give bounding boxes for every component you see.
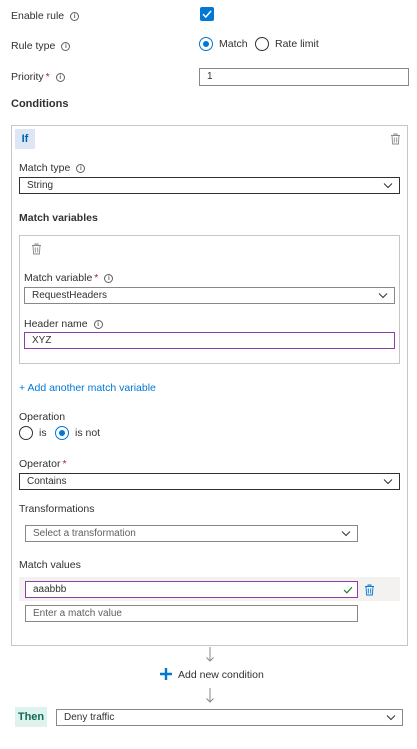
add-icon[interactable] bbox=[160, 668, 172, 680]
match-variable-label: Match variable * i bbox=[24, 272, 114, 284]
info-icon[interactable]: i bbox=[55, 73, 65, 82]
operation-is-radio[interactable] bbox=[19, 426, 33, 440]
info-icon[interactable]: i bbox=[104, 274, 114, 283]
then-tag: Then bbox=[15, 707, 47, 727]
info-icon[interactable]: i bbox=[93, 320, 103, 329]
rule-type-rate-limit-label[interactable]: Rate limit bbox=[275, 38, 319, 50]
arrow-down-icon bbox=[206, 647, 214, 662]
enable-rule-checkbox[interactable] bbox=[200, 7, 214, 21]
rule-type-match-radio[interactable] bbox=[199, 37, 213, 51]
conditions-title: Conditions bbox=[11, 98, 69, 110]
chevron-down-icon bbox=[383, 183, 393, 189]
operation-is-not-radio[interactable] bbox=[55, 426, 69, 440]
operator-dropdown[interactable]: Contains bbox=[19, 473, 400, 490]
required-marker: * bbox=[62, 458, 67, 470]
rule-type-label: Rule type i bbox=[11, 40, 71, 52]
operator-label: Operator * bbox=[19, 458, 67, 470]
priority-input[interactable]: 1 bbox=[199, 68, 409, 86]
rule-type-rate-limit-radio[interactable] bbox=[255, 37, 269, 51]
action-dropdown[interactable]: Deny traffic bbox=[56, 709, 403, 726]
match-variable-value: RequestHeaders bbox=[32, 290, 108, 301]
required-marker: * bbox=[45, 71, 50, 83]
operation-label: Operation bbox=[19, 411, 66, 423]
add-new-condition-button[interactable]: Add new condition bbox=[178, 669, 264, 681]
match-type-label: Match type i bbox=[19, 162, 86, 174]
header-name-text: Header name bbox=[24, 318, 88, 330]
delete-match-variable-icon[interactable] bbox=[31, 243, 42, 255]
match-type-dropdown[interactable]: String bbox=[19, 177, 400, 194]
add-match-variable-link[interactable]: + Add another match variable bbox=[19, 382, 156, 394]
header-name-input[interactable]: XYZ bbox=[24, 332, 395, 349]
match-variable-dropdown[interactable]: RequestHeaders bbox=[24, 287, 395, 304]
if-tag: If bbox=[15, 129, 35, 149]
match-value-input[interactable]: aaabbb bbox=[25, 581, 358, 598]
operator-text: Operator bbox=[19, 458, 61, 470]
info-icon[interactable]: i bbox=[61, 42, 71, 51]
delete-match-value-icon[interactable] bbox=[364, 584, 375, 596]
match-variables-title: Match variables bbox=[19, 212, 98, 224]
operation-is-label[interactable]: is bbox=[39, 427, 47, 439]
chevron-down-icon bbox=[383, 479, 393, 485]
enable-rule-text: Enable rule bbox=[11, 10, 65, 22]
transformations-placeholder: Select a transformation bbox=[33, 528, 136, 539]
operation-is-not-label[interactable]: is not bbox=[75, 427, 100, 439]
required-marker: * bbox=[94, 272, 99, 284]
match-variable-text: Match variable bbox=[24, 272, 93, 284]
delete-condition-icon[interactable] bbox=[390, 133, 401, 145]
operator-value: Contains bbox=[27, 476, 67, 487]
rule-type-text: Rule type bbox=[11, 40, 56, 52]
match-value-text: aaabbb bbox=[33, 584, 67, 595]
chevron-down-icon bbox=[378, 293, 388, 299]
match-value-placeholder: Enter a match value bbox=[33, 608, 122, 619]
info-icon[interactable]: i bbox=[76, 164, 86, 173]
transformations-label: Transformations bbox=[19, 503, 95, 515]
arrow-down-icon bbox=[206, 688, 214, 703]
priority-label: Priority * i bbox=[11, 71, 65, 83]
info-icon[interactable]: i bbox=[70, 12, 80, 21]
rule-type-match-label[interactable]: Match bbox=[219, 38, 248, 50]
match-type-text: Match type bbox=[19, 162, 71, 174]
match-value-new-input[interactable]: Enter a match value bbox=[25, 605, 358, 622]
checkmark-icon bbox=[202, 10, 212, 19]
valid-check-icon bbox=[343, 586, 353, 594]
header-name-label: Header name i bbox=[24, 318, 103, 330]
priority-text: Priority bbox=[11, 71, 44, 83]
transformations-dropdown[interactable]: Select a transformation bbox=[25, 525, 358, 542]
action-value: Deny traffic bbox=[64, 712, 115, 723]
match-type-value: String bbox=[27, 180, 54, 191]
match-values-label: Match values bbox=[19, 559, 81, 571]
enable-rule-label: Enable rule i bbox=[11, 10, 80, 22]
chevron-down-icon bbox=[386, 715, 396, 721]
chevron-down-icon bbox=[341, 531, 351, 537]
